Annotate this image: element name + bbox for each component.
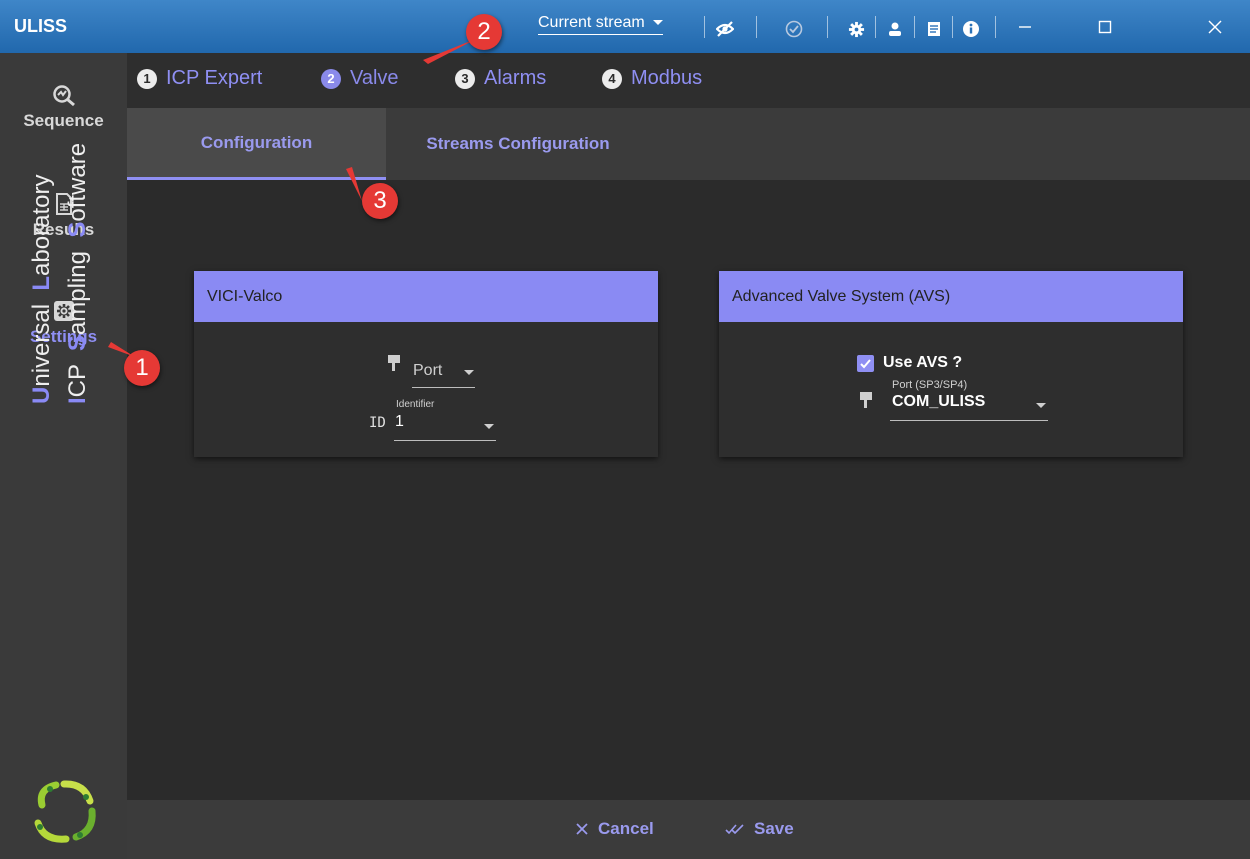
document-icon[interactable] [925,20,943,38]
step-number: 1 [137,68,157,89]
check-circle-icon[interactable] [785,20,803,38]
toolbar-divider [875,16,876,38]
step-number: 4 [602,68,622,89]
footer-bar: Cancel Save [127,800,1250,859]
card-title: Advanced Valve System (AVS) [719,271,1183,322]
step-number: 2 [321,68,341,89]
tab-streams-configuration[interactable]: Streams Configuration [386,108,650,180]
step-modbus[interactable]: 4 Modbus [602,67,702,90]
step-label: Valve [350,67,399,89]
step-label: ICP Expert [166,67,263,89]
sequence-icon [52,83,76,107]
tab-label: Configuration [200,132,313,152]
gear-icon[interactable] [847,20,865,38]
maximize-icon[interactable] [1085,0,1125,53]
card-title: VICI-Valco [194,271,658,322]
sidebar: Sequence Results Settings Universal Labo… [0,53,127,859]
toolbar-divider [995,16,996,38]
callout-1: 1 [124,350,160,386]
chevron-down-icon [1036,403,1046,408]
identifier-value: 1 [395,413,404,430]
field-underline [412,387,475,388]
chevron-down-icon [652,20,663,26]
step-valve[interactable]: 2 Valve [321,67,399,90]
eye-off-icon[interactable] [716,20,734,38]
brand-line-2: ICP Sampling Software [64,142,91,404]
step-icp-expert[interactable]: 1 ICP Expert [137,67,262,90]
cancel-label: Cancel [598,819,654,838]
app-window: ULISS Current stream Sequence Results Se… [0,0,1250,859]
brand-line-1: Universal Laboratory [28,174,55,404]
app-logo [28,775,100,847]
toolbar-divider [827,16,828,38]
app-title: ULISS [14,16,68,36]
port-label: Port (SP3/SP4) [892,379,968,391]
stream-select-value: Current stream [538,14,645,31]
close-icon[interactable] [1195,0,1235,53]
id-prefix: ID [369,415,386,431]
close-icon [576,823,588,835]
step-label: Alarms [484,67,547,89]
field-underline [890,420,1048,421]
identifier-label: Identifier [396,399,435,410]
step-number: 3 [455,68,475,89]
callout-2: 2 [466,14,502,50]
callout-3: 3 [362,183,398,219]
user-icon[interactable] [886,20,904,38]
save-button[interactable]: Save [725,819,794,839]
main-content: VICI-Valco Port ID Identifier 1 Advanced… [127,180,1250,800]
port-value: COM_ULISS [892,393,986,410]
use-avs-checkbox[interactable]: Use AVS ? [857,354,962,372]
checkbox-checked-icon [857,354,874,372]
field-underline [394,440,496,441]
double-check-icon [725,824,744,835]
avs-card: Advanced Valve System (AVS) Use AVS ? Po… [719,271,1183,457]
port-connector-icon [859,391,873,409]
port-connector-icon [387,354,401,372]
sidebar-item-label: Sequence [23,111,104,130]
info-icon[interactable] [962,20,980,38]
tab-bar: Configuration Streams Configuration [127,108,1250,180]
use-avs-label: Use AVS ? [883,354,963,371]
sidebar-item-sequence[interactable]: Sequence [0,83,127,131]
tab-label: Streams Configuration [426,134,610,153]
toolbar-divider [704,16,705,38]
tab-configuration[interactable]: Configuration [127,108,386,180]
save-label: Save [754,819,794,838]
toolbar-divider [952,16,953,38]
wizard-steps: 1 ICP Expert 2 Valve 3 Alarms 4 Modbus [127,53,1250,108]
toolbar-divider [756,16,757,38]
cancel-button[interactable]: Cancel [575,819,654,839]
toolbar-divider [914,16,915,38]
stream-select[interactable]: Current stream [538,14,663,35]
step-alarms[interactable]: 3 Alarms [455,67,546,90]
vici-valco-card: VICI-Valco Port ID Identifier 1 [194,271,658,457]
port-select-placeholder: Port [413,362,443,379]
minimize-icon[interactable] [1005,0,1045,53]
chevron-down-icon [464,370,474,375]
chevron-down-icon [484,424,494,429]
step-label: Modbus [631,67,703,89]
title-bar: ULISS Current stream [0,0,1250,53]
